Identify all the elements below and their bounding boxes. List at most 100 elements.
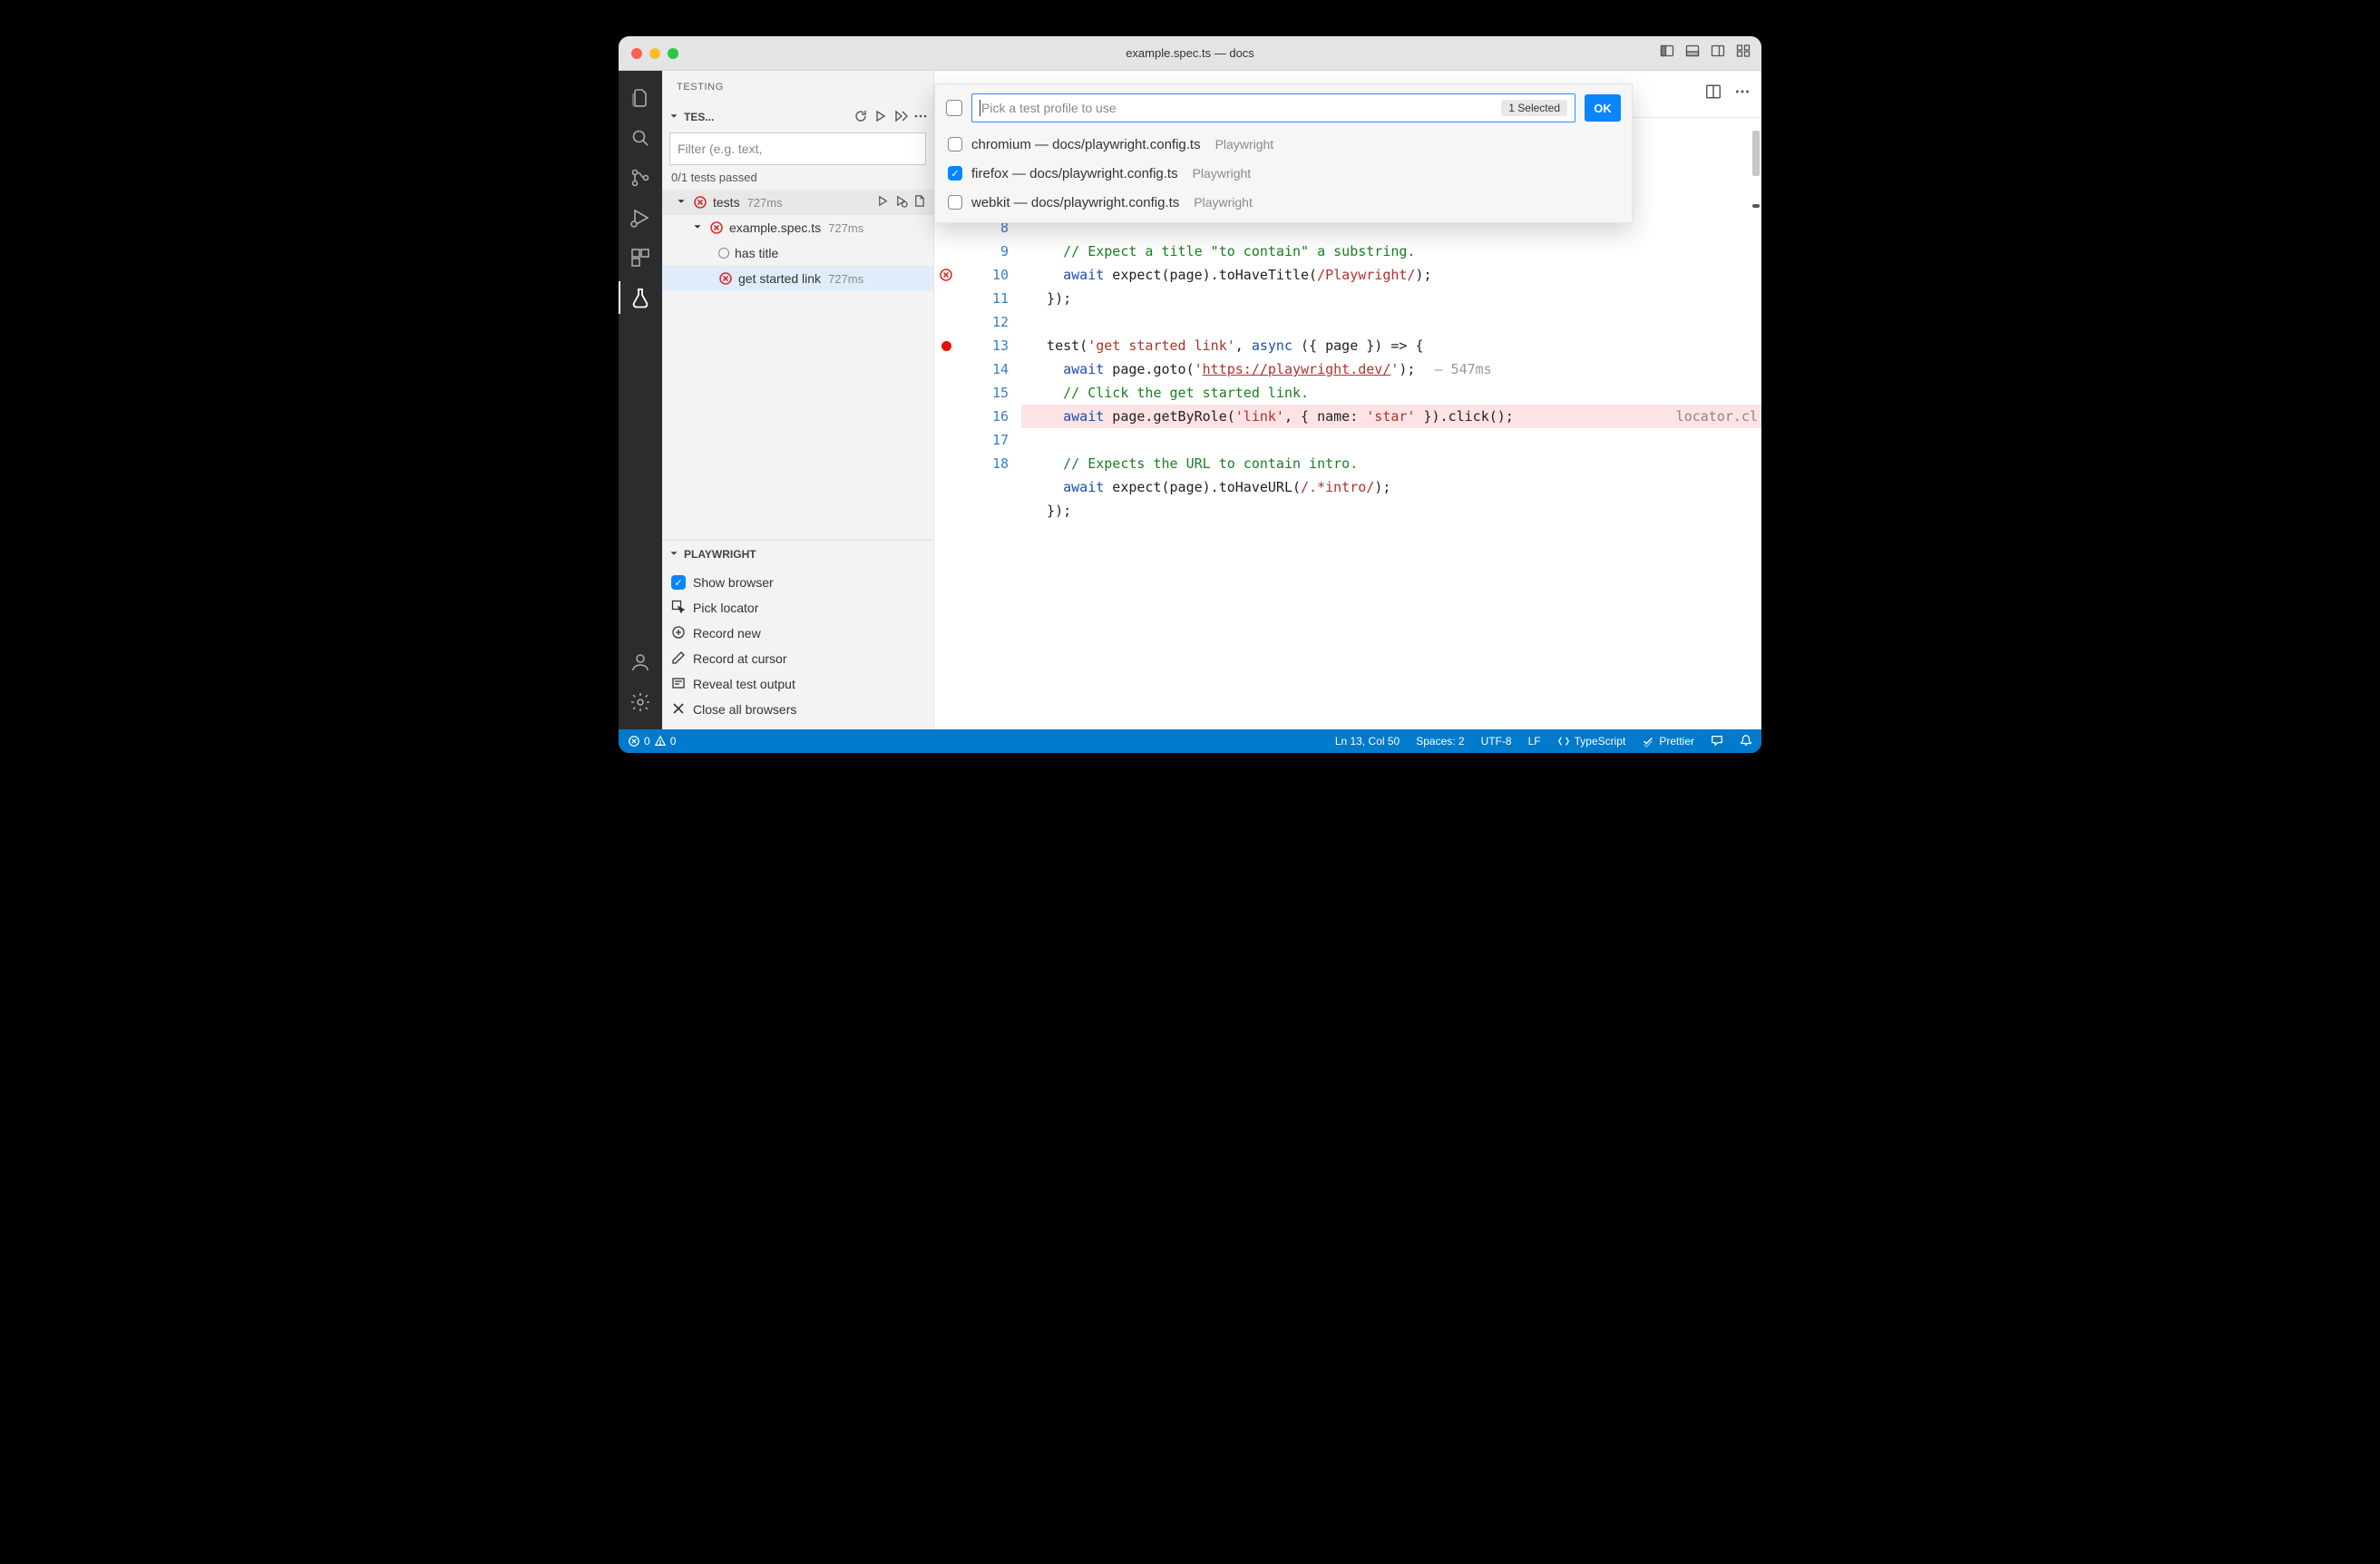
close-all-browsers-action[interactable]: Close all browsers	[671, 697, 924, 722]
indentation[interactable]: Spaces: 2	[1416, 735, 1464, 748]
playwright-section-label: PLAYWRIGHT	[684, 548, 756, 561]
ok-button[interactable]: OK	[1585, 94, 1621, 122]
testing-icon[interactable]	[619, 278, 662, 318]
code-line[interactable]: // Expects the URL to contain intro.	[1021, 452, 1761, 475]
settings-gear-icon[interactable]	[619, 682, 662, 722]
accounts-icon[interactable]	[619, 642, 662, 682]
source-control-icon[interactable]	[619, 158, 662, 198]
eol[interactable]: LF	[1528, 735, 1541, 748]
chevron-down-icon[interactable]	[675, 195, 688, 210]
status-problems[interactable]: 0 0	[628, 735, 676, 748]
debug-icon[interactable]	[894, 194, 908, 210]
code-line[interactable]: await page.goto('https://playwright.dev/…	[1021, 357, 1761, 381]
tree-row-test[interactable]: has title	[662, 240, 933, 266]
testing-sidebar: TESTING TES... Filter (e.g. text, 0/1 te…	[662, 71, 934, 729]
code-line[interactable]	[1021, 428, 1761, 452]
feedback-icon[interactable]	[1711, 734, 1723, 749]
output-icon	[671, 676, 686, 693]
run-all-icon[interactable]	[873, 109, 888, 126]
close-window-icon[interactable]	[631, 48, 642, 59]
layout-controls	[1660, 44, 1751, 63]
tree-row-test[interactable]: get started link 727ms	[662, 266, 933, 291]
selected-badge: 1 Selected	[1501, 100, 1567, 116]
quick-pick: Pick a test profile to use 1 Selected OK…	[934, 83, 1633, 223]
extensions-icon[interactable]	[619, 238, 662, 278]
errors-count: 0	[644, 735, 650, 748]
checkbox-checked-icon[interactable]: ✓	[948, 166, 962, 181]
chevron-down-icon[interactable]	[691, 220, 704, 236]
quickpick-item-label: chromium — docs/playwright.config.ts	[971, 137, 1201, 152]
quickpick-placeholder: Pick a test profile to use	[981, 101, 1117, 115]
status-fail-icon	[693, 195, 707, 210]
quickpick-input[interactable]: Pick a test profile to use 1 Selected	[971, 93, 1575, 122]
run-debug-icon[interactable]	[619, 198, 662, 238]
quickpick-item[interactable]: ✓firefox — docs/playwright.config.tsPlay…	[942, 159, 1624, 188]
notifications-icon[interactable]	[1740, 734, 1752, 749]
code-line[interactable]: // Click the get started link.	[1021, 381, 1761, 405]
quickpick-item[interactable]: webkit — docs/playwright.config.tsPlaywr…	[942, 188, 1624, 217]
pw-item-label: Reveal test output	[693, 677, 795, 691]
zoom-window-icon[interactable]	[668, 48, 678, 59]
record-new-action[interactable]: Record new	[671, 621, 924, 646]
pw-item-label: Pick locator	[693, 601, 758, 615]
pass-summary: 0/1 tests passed	[662, 169, 933, 190]
test-fail-glyph-icon[interactable]	[934, 263, 958, 287]
encoding[interactable]: UTF-8	[1481, 735, 1512, 748]
traffic-lights[interactable]	[631, 48, 678, 59]
code-line[interactable]: await expect(page).toHaveURL(/.*intro/);	[1021, 475, 1761, 499]
reveal-output-action[interactable]: Reveal test output	[671, 671, 924, 697]
code-line[interactable]	[1021, 310, 1761, 334]
minimize-window-icon[interactable]	[649, 48, 660, 59]
quickpick-item-label: firefox — docs/playwright.config.ts	[971, 166, 1178, 181]
tree-row-file[interactable]: example.spec.ts 727ms	[662, 215, 933, 240]
tree-time: 727ms	[828, 221, 863, 235]
close-icon	[671, 701, 686, 718]
cursor-position[interactable]: Ln 13, Col 50	[1335, 735, 1400, 748]
quickpick-item[interactable]: chromium — docs/playwright.config.ts Play…	[942, 130, 1624, 159]
code-line[interactable]: });	[1021, 499, 1761, 523]
filter-placeholder: Filter (e.g. text,	[678, 142, 762, 156]
pw-item-label: Record new	[693, 626, 761, 640]
toggle-secondary-sidebar-icon[interactable]	[1711, 44, 1725, 63]
run-all-dropdown-icon[interactable]	[893, 109, 908, 126]
code-line[interactable]: await page.getByRole('link', { name: 'st…	[1021, 405, 1761, 428]
show-browser-toggle[interactable]: ✓ Show browser	[671, 570, 924, 595]
filter-input[interactable]: Filter (e.g. text,	[669, 132, 926, 165]
code-line[interactable]: test('get started link', async ({ page }…	[1021, 334, 1761, 357]
explorer-icon[interactable]	[619, 78, 662, 118]
test-section-header[interactable]: TES...	[662, 103, 933, 131]
quickpick-item-hint: Playwright	[1215, 137, 1274, 152]
test-section-label: TES...	[684, 111, 714, 123]
tree-time: 727ms	[747, 196, 783, 210]
more-icon[interactable]	[913, 109, 928, 126]
checkbox-icon[interactable]	[948, 137, 962, 152]
tree-label: get started link	[738, 271, 821, 286]
code-line[interactable]: // Expect a title "to contain" a substri…	[1021, 239, 1761, 263]
search-icon[interactable]	[619, 118, 662, 158]
run-icon[interactable]	[876, 194, 890, 210]
language-mode[interactable]: TypeScript	[1557, 735, 1626, 748]
playwright-section-header[interactable]: PLAYWRIGHT	[662, 541, 933, 568]
checkbox-icon[interactable]	[948, 195, 962, 210]
pick-locator-action[interactable]: Pick locator	[671, 595, 924, 621]
more-actions-icon[interactable]	[1734, 83, 1751, 104]
quickpick-item-label: webkit — docs/playwright.config.ts	[971, 195, 1179, 210]
refresh-icon[interactable]	[853, 109, 868, 126]
record-at-cursor-action[interactable]: Record at cursor	[671, 646, 924, 671]
code-line[interactable]: await expect(page).toHaveTitle(/Playwrig…	[1021, 263, 1761, 287]
code-line[interactable]: });	[1021, 287, 1761, 310]
split-editor-icon[interactable]	[1705, 83, 1722, 104]
toggle-primary-sidebar-icon[interactable]	[1660, 44, 1674, 63]
select-all-checkbox[interactable]	[946, 100, 962, 116]
edit-icon	[671, 650, 686, 668]
tree-row-folder[interactable]: tests 727ms	[662, 190, 933, 215]
breakpoint-icon[interactable]	[934, 334, 958, 357]
customize-layout-icon[interactable]	[1736, 44, 1751, 63]
chevron-down-icon	[668, 110, 680, 125]
window-title: example.spec.ts — docs	[619, 46, 1761, 60]
language-label: TypeScript	[1575, 735, 1626, 748]
prettier-status[interactable]: Prettier	[1642, 735, 1694, 748]
code-line[interactable]	[1021, 523, 1761, 546]
goto-file-icon[interactable]	[912, 194, 926, 210]
toggle-panel-icon[interactable]	[1685, 44, 1700, 63]
